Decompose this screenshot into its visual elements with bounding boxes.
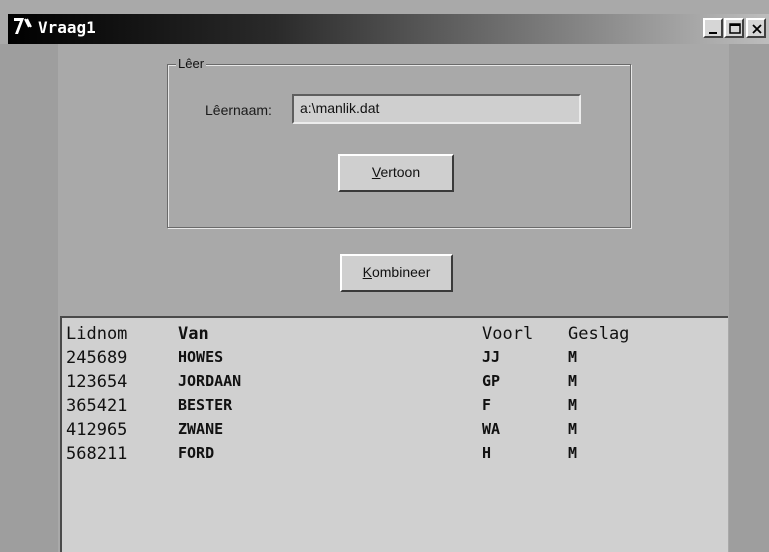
cell-van: FORD bbox=[178, 444, 215, 462]
show-button-label: Vertoon bbox=[371, 164, 421, 180]
cell-lidnom: 365421 bbox=[66, 396, 128, 416]
cell-van: ZWANE bbox=[178, 420, 224, 438]
cell-voorl: JJ bbox=[482, 348, 501, 366]
cell-voorl: GP bbox=[482, 372, 501, 390]
minimize-button[interactable] bbox=[703, 18, 723, 38]
combine-button[interactable]: Kombineer bbox=[340, 254, 453, 292]
header-van: Van bbox=[178, 324, 209, 344]
cell-van: HOWES bbox=[178, 348, 224, 366]
window-title: Vraag1 bbox=[38, 18, 96, 37]
maximize-button[interactable] bbox=[724, 18, 744, 38]
list-item[interactable]: 365421 BESTER F M bbox=[62, 396, 722, 420]
list-item[interactable]: 412965 ZWANE WA M bbox=[62, 420, 722, 444]
cell-lidnom: 123654 bbox=[66, 372, 128, 392]
header-geslag: Geslag bbox=[568, 324, 630, 344]
cell-lidnom: 568211 bbox=[66, 444, 128, 464]
cell-van: JORDAAN bbox=[178, 372, 242, 390]
list-item[interactable]: 245689 HOWES JJ M bbox=[62, 348, 722, 372]
cell-geslag: M bbox=[568, 444, 578, 462]
show-button[interactable]: Vertoon bbox=[338, 154, 454, 192]
maximize-icon bbox=[729, 23, 741, 34]
list-item[interactable]: 568211 FORD H M bbox=[62, 444, 722, 468]
combine-button-label: Kombineer bbox=[362, 264, 431, 280]
window-frame-right bbox=[729, 44, 769, 552]
cell-lidnom: 245689 bbox=[66, 348, 128, 368]
list-item[interactable]: 123654 JORDAAN GP M bbox=[62, 372, 722, 396]
window-frame-left bbox=[0, 44, 58, 552]
header-voorl: Voorl bbox=[482, 324, 534, 344]
list-header-row: Lidnom Van Voorl Geslag bbox=[62, 324, 722, 348]
cell-van: BESTER bbox=[178, 396, 233, 414]
filename-input[interactable]: a:\manlik.dat bbox=[292, 94, 581, 124]
file-groupbox bbox=[167, 64, 631, 228]
close-icon bbox=[752, 24, 762, 34]
cell-geslag: M bbox=[568, 348, 578, 366]
header-lidnom: Lidnom bbox=[66, 324, 128, 344]
cell-voorl: F bbox=[482, 396, 492, 414]
minimize-icon bbox=[709, 32, 717, 34]
cell-voorl: H bbox=[482, 444, 492, 462]
cell-geslag: M bbox=[568, 420, 578, 438]
app-icon bbox=[14, 18, 32, 34]
groupbox-title: Lêer bbox=[176, 56, 207, 71]
cell-voorl: WA bbox=[482, 420, 501, 438]
cell-geslag: M bbox=[568, 396, 578, 414]
title-bar[interactable] bbox=[8, 14, 769, 44]
app-window: Vraag1 Lêer Lêernaam: a:\manlik.dat Vert… bbox=[0, 0, 769, 552]
filename-label: Lêernaam: bbox=[205, 102, 272, 118]
members-listbox[interactable]: Lidnom Van Voorl Geslag 245689 HOWES JJ … bbox=[60, 316, 728, 552]
cell-lidnom: 412965 bbox=[66, 420, 128, 440]
close-button[interactable] bbox=[746, 18, 766, 38]
cell-geslag: M bbox=[568, 372, 578, 390]
